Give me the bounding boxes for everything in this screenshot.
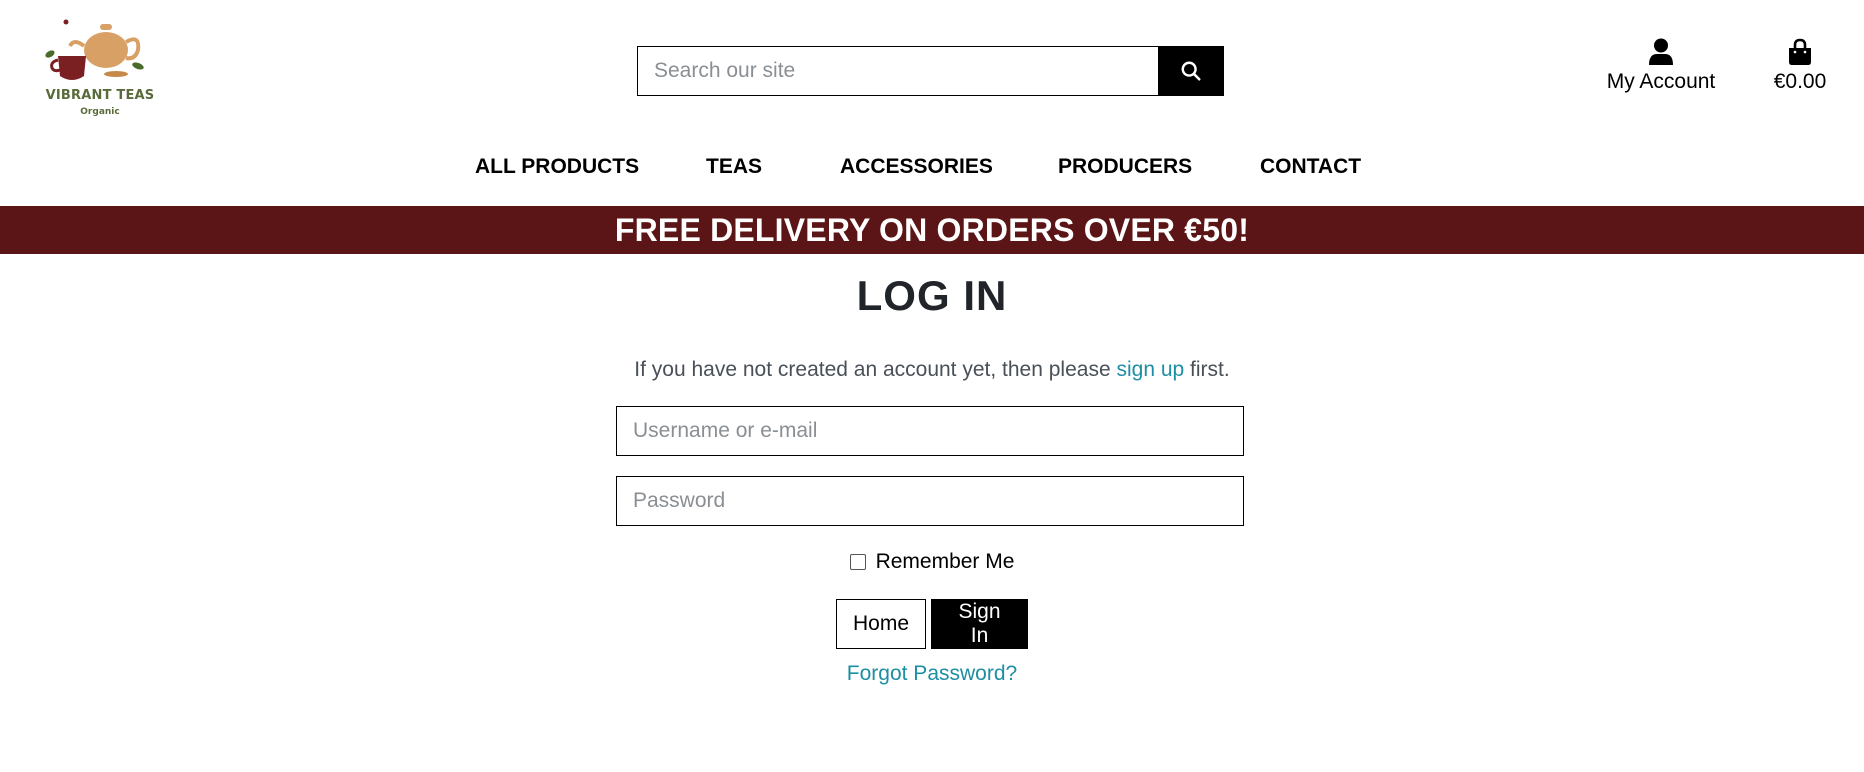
search-icon	[1181, 61, 1201, 81]
search-form	[637, 46, 1224, 96]
nav-item-teas[interactable]: TEAS	[706, 155, 762, 179]
shopping-bag-icon	[1789, 38, 1811, 65]
nav-item-contact[interactable]: CONTACT	[1260, 155, 1361, 179]
home-button[interactable]: Home	[836, 599, 926, 649]
forgot-password-link[interactable]: Forgot Password?	[847, 662, 1017, 685]
nav-item-accessories[interactable]: ACCESSORIES	[840, 155, 993, 179]
remember-me: Remember Me	[0, 550, 1864, 574]
logo-tagline: Organic	[80, 107, 120, 117]
sign-in-button[interactable]: Sign In	[931, 599, 1028, 649]
delivery-banner: FREE DELIVERY ON ORDERS OVER €50!	[0, 206, 1864, 254]
form-actions: Home Sign In	[0, 599, 1864, 649]
my-account-label: My Account	[1606, 70, 1716, 93]
remember-me-checkbox[interactable]	[849, 554, 866, 570]
nav-item-all-products[interactable]: ALL PRODUCTS	[475, 155, 639, 179]
user-icon	[1649, 38, 1673, 65]
page-title: LOG IN	[856, 272, 1008, 319]
main-nav: ALL PRODUCTS TEAS ACCESSORIES PRODUCERS …	[0, 155, 1864, 185]
cart-total: €0.00	[1773, 70, 1827, 93]
username-field[interactable]	[616, 406, 1244, 456]
search-button[interactable]	[1158, 46, 1224, 96]
nav-item-producers[interactable]: PRODUCERS	[1058, 155, 1192, 179]
shopping-bag-link[interactable]: €0.00	[1766, 38, 1834, 94]
password-field[interactable]	[616, 476, 1244, 526]
search-input[interactable]	[637, 46, 1158, 96]
forgot-password-row: Forgot Password?	[0, 662, 1864, 686]
signup-prompt-text-after: first.	[1184, 358, 1230, 381]
signup-prompt-text-before: If you have not created an account yet, …	[634, 358, 1117, 381]
site-logo[interactable]: VIBRANT TEAS Organic	[40, 16, 160, 126]
site-header: VIBRANT TEAS Organic My Account €0.00 AL…	[0, 0, 1864, 206]
my-account-link[interactable]: My Account	[1598, 38, 1724, 94]
remember-me-label[interactable]: Remember Me	[876, 550, 1015, 574]
sign-up-link[interactable]: sign up	[1116, 358, 1184, 381]
delivery-banner-text: FREE DELIVERY ON ORDERS OVER €50!	[614, 211, 1250, 248]
signup-prompt: If you have not created an account yet, …	[0, 358, 1864, 382]
logo-title: VIBRANT TEAS	[45, 88, 155, 103]
